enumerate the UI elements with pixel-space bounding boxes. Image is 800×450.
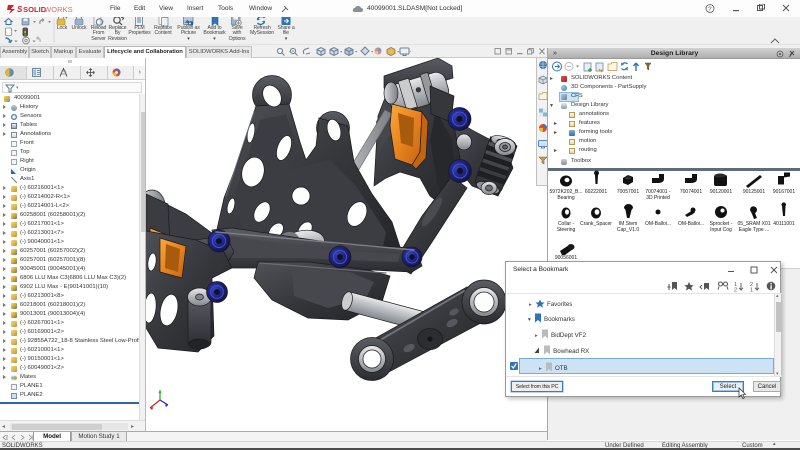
svg-text:WORKS: WORKS bbox=[44, 5, 73, 14]
svg-text:1: 1 bbox=[750, 288, 753, 293]
svg-text:?: ? bbox=[708, 6, 712, 13]
svg-text:2: 2 bbox=[734, 288, 737, 293]
